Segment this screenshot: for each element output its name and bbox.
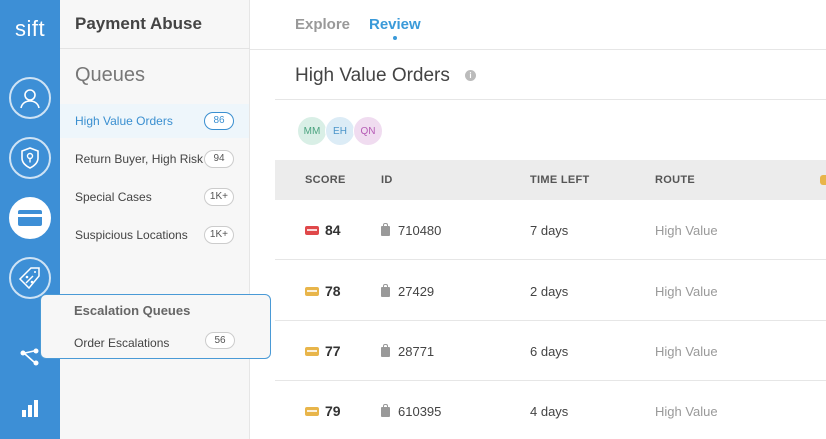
route: High Value: [655, 284, 718, 299]
id-cell: 27429: [381, 283, 435, 299]
card-icon: [305, 406, 319, 416]
info-icon[interactable]: i: [465, 70, 476, 81]
shopping-bag-icon: [381, 343, 390, 357]
app-root: sift Payment Abuse Queues High Value Ord…: [0, 0, 826, 439]
id-cell: 610395: [381, 403, 442, 419]
score-cell: 84: [305, 222, 341, 238]
table-row[interactable]: 84 710480 7 days High Value: [275, 200, 826, 260]
queue-sidebar: Payment Abuse Queues High Value Orders 8…: [60, 0, 250, 439]
shopping-bag-icon: [381, 222, 390, 236]
shield-icon[interactable]: [9, 137, 51, 179]
avatar[interactable]: MM: [297, 116, 327, 146]
shopping-bag-icon: [381, 283, 390, 297]
bar-chart-icon[interactable]: [18, 396, 42, 420]
time-left: 4 days: [530, 404, 569, 419]
route: High Value: [655, 223, 718, 238]
queue-item-order-escalations[interactable]: Order Escalations: [74, 336, 169, 350]
app-title: Payment Abuse: [75, 14, 202, 33]
column-header-route[interactable]: ROUTE: [655, 174, 695, 186]
queues-heading: Queues: [75, 64, 146, 86]
column-header-score[interactable]: SCORE: [305, 174, 346, 186]
credit-card-icon[interactable]: [9, 197, 51, 239]
queue-count-badge: 1K+: [203, 226, 234, 244]
score-cell: 78: [305, 283, 341, 299]
divider: [275, 99, 826, 100]
sift-logo[interactable]: sift: [0, 16, 60, 42]
queue-item-return-buyer[interactable]: Return Buyer, High Risk 94: [60, 142, 249, 176]
queue-item-label: Return Buyer, High Risk: [75, 152, 204, 166]
score-cell: 79: [305, 403, 341, 419]
column-header-time-left[interactable]: TIME LEFT: [530, 174, 590, 186]
user-icon[interactable]: [9, 77, 51, 119]
column-indicator-icon: [820, 175, 826, 185]
id-cell: 28771: [381, 343, 435, 359]
icon-rail: sift: [0, 0, 60, 439]
order-id: 710480: [398, 223, 442, 238]
queue-count-badge: 56: [205, 332, 235, 349]
shopping-bag-icon: [381, 403, 390, 417]
escalation-queues-heading: Escalation Queues: [74, 303, 191, 318]
score-value: 84: [325, 222, 341, 238]
table-row[interactable]: 78 27429 2 days High Value: [275, 261, 826, 321]
queue-item-special-cases[interactable]: Special Cases 1K+: [60, 180, 249, 214]
order-id: 27429: [398, 284, 435, 299]
workflow-icon[interactable]: [18, 345, 42, 369]
card-icon: [305, 286, 319, 296]
tab-explore[interactable]: Explore: [295, 16, 350, 33]
time-left: 7 days: [530, 223, 569, 238]
divider: [60, 48, 250, 49]
card-icon: [305, 225, 319, 235]
score-value: 77: [325, 343, 341, 359]
top-nav: Explore Review: [250, 0, 826, 50]
queue-item-label: High Value Orders: [75, 114, 173, 128]
table-row[interactable]: 77 28771 6 days High Value: [275, 321, 826, 381]
time-left: 2 days: [530, 284, 569, 299]
route: High Value: [655, 404, 718, 419]
active-tab-indicator: [392, 36, 397, 40]
avatar[interactable]: QN: [353, 116, 383, 146]
queue-item-suspicious-locations[interactable]: Suspicious Locations 1K+: [60, 218, 249, 252]
order-id: 28771: [398, 344, 435, 359]
id-cell: 710480: [381, 222, 442, 238]
score-cell: 77: [305, 343, 341, 359]
column-header-id[interactable]: ID: [381, 174, 393, 186]
page-title: High Value Orders: [295, 65, 450, 86]
queue-count-badge: 94: [204, 150, 234, 168]
tab-review[interactable]: Review: [369, 16, 421, 40]
escalation-queues-panel: Escalation Queues Order Escalations 56: [40, 294, 271, 359]
queue-item-label: Special Cases: [75, 190, 152, 204]
tab-label: Review: [369, 16, 421, 33]
route: High Value: [655, 344, 718, 359]
queue-count-badge: 86: [204, 112, 234, 130]
card-icon: [305, 346, 319, 356]
queue-item-label: Suspicious Locations: [75, 228, 188, 242]
queue-count-badge: 1K+: [203, 188, 234, 206]
percent-tag-icon[interactable]: [9, 257, 51, 299]
table-row[interactable]: 79 610395 4 days High Value: [275, 381, 826, 439]
score-value: 79: [325, 403, 341, 419]
order-id: 610395: [398, 404, 442, 419]
score-value: 78: [325, 283, 341, 299]
queue-main: High Value Orders i MM EH QN SCORE ID TI…: [275, 50, 826, 439]
avatar[interactable]: EH: [325, 116, 355, 146]
queue-item-high-value-orders[interactable]: High Value Orders 86: [60, 104, 249, 138]
table-header: SCORE ID TIME LEFT ROUTE: [275, 160, 826, 200]
time-left: 6 days: [530, 344, 569, 359]
